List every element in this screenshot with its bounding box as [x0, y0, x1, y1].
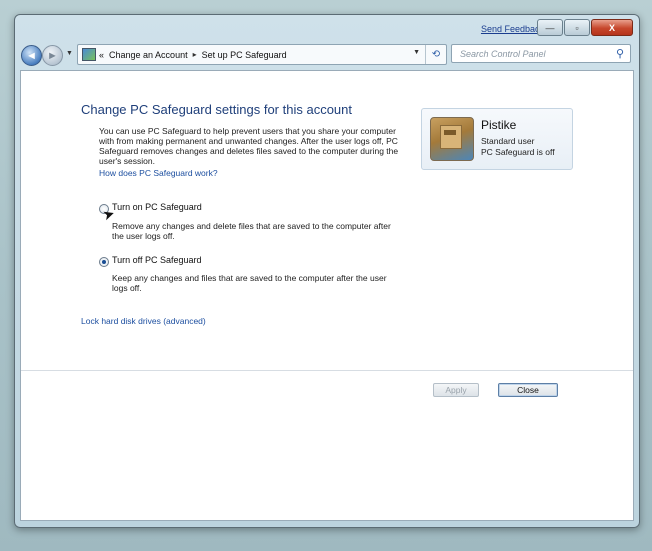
how-safeguard-works-link[interactable]: How does PC Safeguard work? — [99, 168, 218, 178]
forward-button[interactable]: ► — [42, 45, 63, 66]
safeguard-description: You can use PC Safeguard to help prevent… — [99, 126, 399, 166]
address-dropdown-icon[interactable]: ▼ — [413, 49, 420, 56]
control-panel-icon — [82, 48, 96, 61]
search-input[interactable]: Search Control Panel ⚲ — [451, 44, 631, 63]
content-pane: Change PC Safeguard settings for this ac… — [20, 70, 634, 521]
breadcrumb-set-up-pc-safeguard[interactable]: Set up PC Safeguard — [202, 50, 287, 60]
turn-off-safeguard-radio[interactable] — [99, 257, 109, 267]
caption-buttons: — ▫ X — [537, 19, 633, 36]
send-feedback-link[interactable]: Send Feedback — [481, 24, 544, 34]
user-account-type: Standard user — [481, 136, 535, 146]
close-window-button[interactable]: X — [591, 19, 633, 36]
close-button[interactable]: Close — [498, 383, 558, 397]
control-panel-window: Send Feedback — ▫ X ◄ ► ▼ « Change an Ac… — [14, 14, 640, 528]
page-title: Change PC Safeguard settings for this ac… — [81, 102, 352, 117]
user-name: Pistike — [481, 118, 517, 132]
address-chevrons[interactable]: « — [99, 50, 104, 60]
turn-on-safeguard-label[interactable]: Turn on PC Safeguard — [112, 202, 202, 212]
turn-on-safeguard-description: Remove any changes and delete files that… — [112, 221, 391, 241]
navigation-bar: ◄ ► ▼ « Change an Account ▸ Set up PC Sa… — [21, 44, 633, 66]
search-placeholder: Search Control Panel — [460, 48, 546, 59]
breadcrumb-change-account[interactable]: Change an Account — [109, 50, 188, 60]
title-bar[interactable]: Send Feedback — ▫ X — [15, 15, 639, 41]
apply-button[interactable]: Apply — [433, 383, 479, 397]
breadcrumb-separator-icon[interactable]: ▸ — [193, 50, 197, 59]
user-account-card: Pistike Standard user PC Safeguard is of… — [421, 108, 573, 170]
turn-off-safeguard-description: Keep any changes and files that are save… — [112, 273, 387, 293]
maximize-button[interactable]: ▫ — [564, 19, 590, 36]
address-bar[interactable]: « Change an Account ▸ Set up PC Safeguar… — [77, 44, 447, 65]
recent-pages-dropdown-icon[interactable]: ▼ — [66, 50, 73, 57]
button-divider — [21, 370, 633, 371]
refresh-icon[interactable]: ⟲ — [425, 45, 446, 64]
back-button[interactable]: ◄ — [21, 45, 42, 66]
turn-off-safeguard-label[interactable]: Turn off PC Safeguard — [112, 255, 202, 265]
minimize-button[interactable]: — — [537, 19, 563, 36]
lock-hard-disk-link[interactable]: Lock hard disk drives (advanced) — [81, 316, 206, 326]
avatar — [430, 117, 474, 161]
search-icon[interactable]: ⚲ — [616, 47, 624, 60]
safeguard-status: PC Safeguard is off — [481, 147, 555, 157]
